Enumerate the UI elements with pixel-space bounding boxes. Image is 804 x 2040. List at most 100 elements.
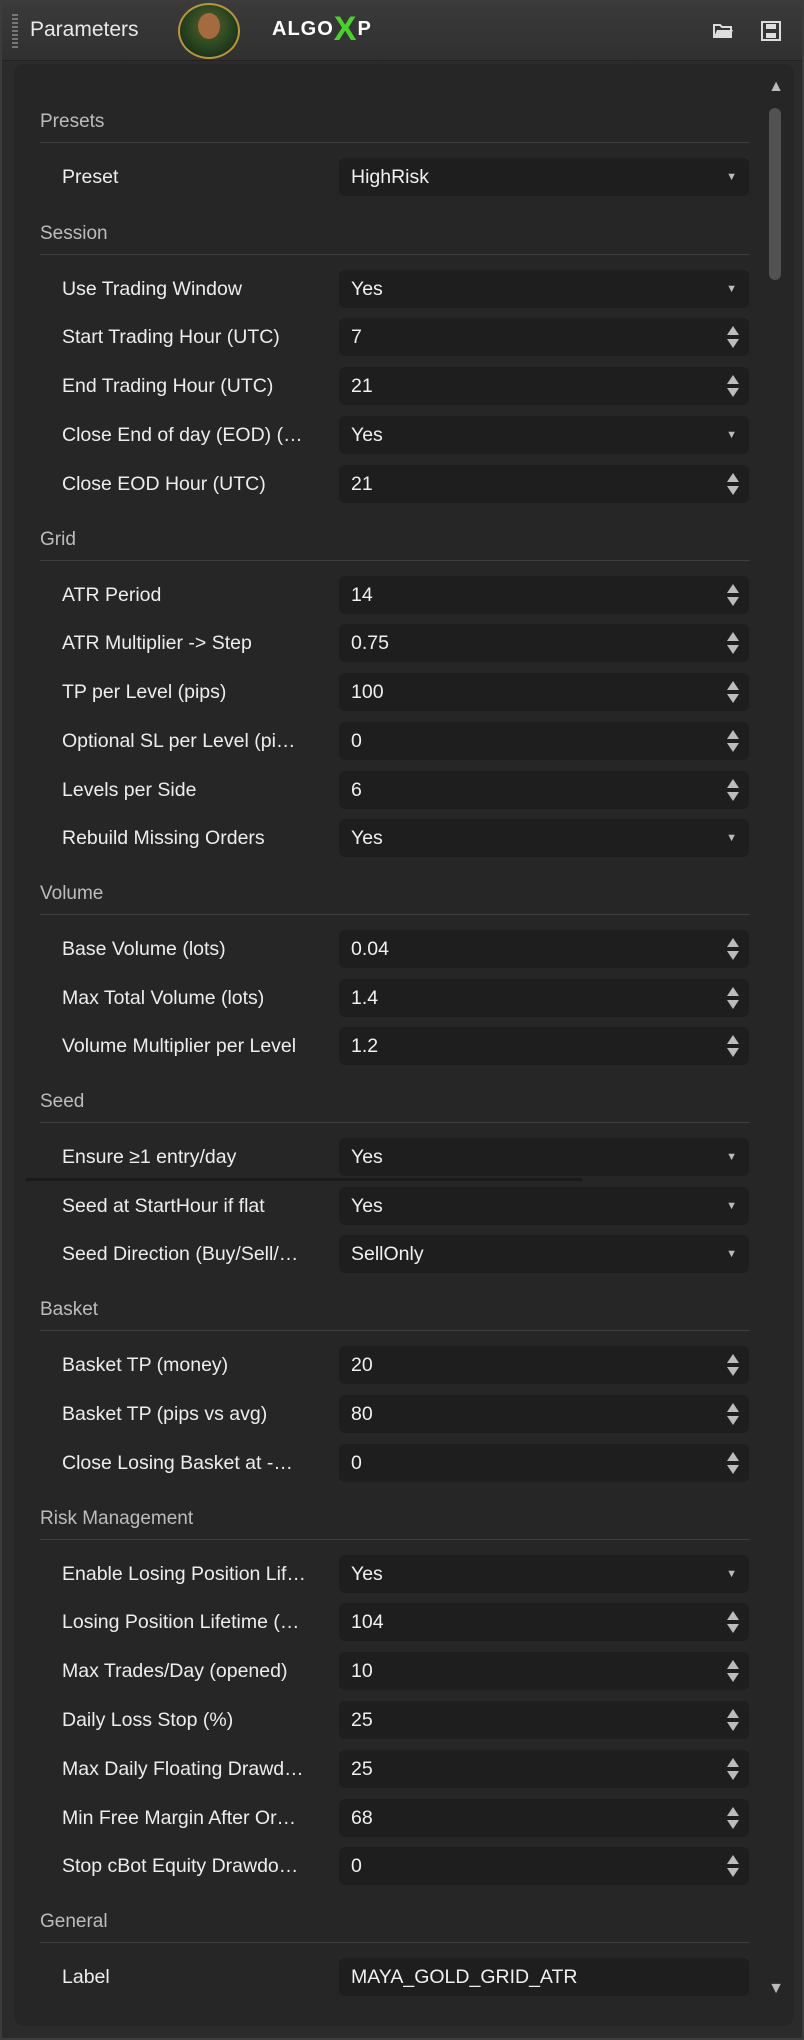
spinner-icon[interactable] (727, 324, 741, 350)
param-label: Min Free Margin After Or… (62, 1807, 297, 1829)
enable-losing-lifetime-select[interactable]: Yes ▼ (339, 1555, 749, 1593)
spinner-icon[interactable] (727, 1805, 741, 1831)
base-volume-input[interactable]: 0.04 (339, 930, 749, 968)
spinner-icon[interactable] (727, 373, 741, 399)
param-label: Rebuild Missing Orders (62, 827, 265, 849)
spinner-icon[interactable] (727, 1853, 741, 1879)
param-label: Stop cBot Equity Drawdo… (62, 1855, 299, 1877)
param-label: Levels per Side (62, 779, 197, 801)
brand-logo: ALGOXP (272, 10, 372, 48)
rebuild-missing-select[interactable]: Yes ▼ (339, 819, 749, 857)
param-label: Close End of day (EOD) (… (62, 424, 303, 446)
row-divider (26, 1178, 582, 1181)
spinner-icon[interactable] (727, 985, 741, 1011)
spinner-icon[interactable] (727, 1756, 741, 1782)
scrollbar-thumb[interactable] (769, 108, 781, 280)
dropdown-arrow-icon: ▼ (726, 283, 737, 295)
preset-select[interactable]: HighRisk ▼ (339, 158, 749, 196)
spinner-icon[interactable] (727, 1352, 741, 1378)
param-row-ensure-entry: Ensure ≥1 entry/day Yes ▼ (14, 1138, 754, 1178)
folder-open-icon[interactable] (712, 20, 734, 40)
param-label: Seed at StartHour if flat (62, 1195, 265, 1217)
dropdown-arrow-icon: ▼ (726, 1200, 737, 1212)
close-losing-basket-input[interactable]: 0 (339, 1444, 749, 1482)
window-title: Parameters (30, 18, 139, 41)
save-icon[interactable] (760, 20, 782, 41)
spinner-icon[interactable] (727, 1707, 741, 1733)
scroll-up-arrow-icon[interactable]: ▲ (766, 78, 786, 96)
section-grid: Grid (40, 527, 750, 561)
stop-cbot-equity-input[interactable]: 0 (339, 1847, 749, 1885)
section-presets: Presets (40, 109, 750, 143)
param-row-close-eod-hour: Close EOD Hour (UTC) 21 (14, 465, 754, 505)
section-general: General (40, 1909, 750, 1943)
param-label: Optional SL per Level (pi… (62, 730, 296, 752)
dropdown-arrow-icon: ▼ (726, 1151, 737, 1163)
param-label: Ensure ≥1 entry/day (62, 1146, 237, 1168)
spinner-icon[interactable] (727, 1033, 741, 1059)
param-row-preset: Preset HighRisk ▼ (14, 158, 754, 198)
losing-lifetime-input[interactable]: 104 (339, 1603, 749, 1641)
close-eod-select[interactable]: Yes ▼ (339, 416, 749, 454)
spinner-icon[interactable] (727, 1401, 741, 1427)
max-daily-floating-input[interactable]: 25 (339, 1750, 749, 1788)
spinner-icon[interactable] (727, 777, 741, 803)
seed-direction-select[interactable]: SellOnly ▼ (339, 1235, 749, 1273)
end-trading-hour-input[interactable]: 21 (339, 367, 749, 405)
optional-sl-input[interactable]: 0 (339, 722, 749, 760)
spinner-icon[interactable] (727, 936, 741, 962)
spinner-icon[interactable] (727, 728, 741, 754)
param-row-stop-cbot-equity: Stop cBot Equity Drawdo… 0 (14, 1847, 754, 1887)
basket-tp-money-input[interactable]: 20 (339, 1346, 749, 1384)
spinner-icon[interactable] (727, 630, 741, 656)
min-free-margin-input[interactable]: 68 (339, 1799, 749, 1837)
ensure-entry-select[interactable]: Yes ▼ (339, 1138, 749, 1176)
section-basket: Basket (40, 1297, 750, 1331)
param-row-max-trades-day: Max Trades/Day (opened) 10 (14, 1652, 754, 1692)
use-trading-window-select[interactable]: Yes ▼ (339, 270, 749, 308)
param-row-seed-direction: Seed Direction (Buy/Sell/… SellOnly ▼ (14, 1235, 754, 1275)
drag-handle[interactable] (12, 14, 18, 48)
daily-loss-stop-input[interactable]: 25 (339, 1701, 749, 1739)
levels-per-side-input[interactable]: 6 (339, 771, 749, 809)
param-row-rebuild-missing: Rebuild Missing Orders Yes ▼ (14, 819, 754, 859)
spinner-icon[interactable] (727, 471, 741, 497)
close-eod-hour-input[interactable]: 21 (339, 465, 749, 503)
param-row-tp-per-level: TP per Level (pips) 100 (14, 673, 754, 713)
start-trading-hour-input[interactable]: 7 (339, 318, 749, 356)
label-input[interactable]: MAYA_GOLD_GRID_ATR (339, 1958, 749, 1996)
param-label: Max Total Volume (lots) (62, 987, 265, 1009)
param-row-close-losing-basket: Close Losing Basket at -… 0 (14, 1444, 754, 1484)
atr-multiplier-input[interactable]: 0.75 (339, 624, 749, 662)
param-row-volume-multiplier: Volume Multiplier per Level 1.2 (14, 1027, 754, 1067)
param-row-start-trading-hour: Start Trading Hour (UTC) 7 (14, 318, 754, 358)
param-label: TP per Level (pips) (62, 681, 227, 703)
tp-per-level-input[interactable]: 100 (339, 673, 749, 711)
dropdown-arrow-icon: ▼ (726, 171, 737, 183)
volume-multiplier-input[interactable]: 1.2 (339, 1027, 749, 1065)
seed-at-start-select[interactable]: Yes ▼ (339, 1187, 749, 1225)
spinner-icon[interactable] (727, 1658, 741, 1684)
spinner-icon[interactable] (727, 1450, 741, 1476)
param-label: Base Volume (lots) (62, 938, 226, 960)
param-row-label: Label MAYA_GOLD_GRID_ATR (14, 1958, 754, 1998)
param-label: Volume Multiplier per Level (62, 1035, 297, 1057)
section-session: Session (40, 221, 750, 255)
param-label: Seed Direction (Buy/Sell/… (62, 1243, 299, 1265)
param-label: Label (62, 1966, 110, 1988)
max-total-volume-input[interactable]: 1.4 (339, 979, 749, 1017)
param-row-optional-sl: Optional SL per Level (pi… 0 (14, 722, 754, 762)
param-label: Losing Position Lifetime (… (62, 1611, 300, 1633)
param-row-atr-multiplier: ATR Multiplier -> Step 0.75 (14, 624, 754, 664)
scroll-down-arrow-icon[interactable]: ▼ (766, 1980, 786, 1998)
param-row-max-daily-floating: Max Daily Floating Drawd… 25 (14, 1750, 754, 1790)
spinner-icon[interactable] (727, 679, 741, 705)
spinner-icon[interactable] (727, 582, 741, 608)
basket-tp-pips-input[interactable]: 80 (339, 1395, 749, 1433)
param-label: Daily Loss Stop (%) (62, 1709, 234, 1731)
spinner-icon[interactable] (727, 1609, 741, 1635)
max-trades-day-input[interactable]: 10 (339, 1652, 749, 1690)
atr-period-input[interactable]: 14 (339, 576, 749, 614)
param-row-daily-loss-stop: Daily Loss Stop (%) 25 (14, 1701, 754, 1741)
param-row-min-free-margin: Min Free Margin After Or… 68 (14, 1799, 754, 1839)
